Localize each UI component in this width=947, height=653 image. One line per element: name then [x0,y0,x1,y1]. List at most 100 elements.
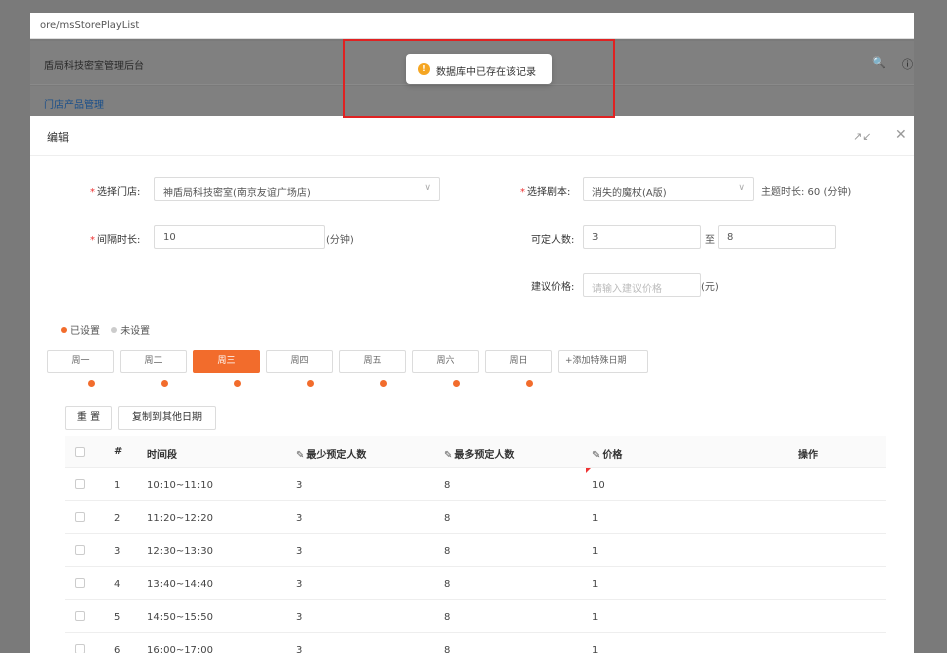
col-index: # [114,446,123,457]
store-label: * 选择门店: [90,187,141,198]
add-special-date-button[interactable]: +添加特殊日期 [558,350,648,373]
cell-min[interactable]: 3 [296,546,302,557]
cell-time: 16:00~17:00 [147,645,214,653]
script-select-value: 消失的魔杖(A版) [592,188,667,199]
table-row[interactable]: 6 16:00~17:00 3 8 1 [65,633,886,653]
price-placeholder: 请输入建议价格 [592,284,662,295]
cell-max[interactable]: 8 [444,645,450,653]
cell-max[interactable]: 8 [444,480,450,491]
app-title: 盾局科技密室管理后台 [44,61,144,72]
cell-min[interactable]: 3 [296,579,302,590]
tab-saturday[interactable]: 周六 [412,350,479,373]
cell-time: 14:50~15:50 [147,612,214,623]
edited-cell-marker [586,468,591,473]
chevron-down-icon: ∨ [738,183,745,193]
url-text: ore/msStorePlayList [40,20,140,31]
price-input[interactable]: 请输入建议价格 [583,273,701,297]
reset-button[interactable]: 重 置 [65,406,112,430]
cell-max[interactable]: 8 [444,513,450,524]
tab-sunday[interactable]: 周日 [485,350,552,373]
cell-time: 11:20~12:20 [147,513,214,524]
col-time: 时间段 [147,450,177,461]
tab-thursday[interactable]: 周四 [266,350,333,373]
toast-message: 数据库中已存在该记录 [436,67,536,78]
status-legend: 已设置 未设置 [61,322,150,337]
cell-index: 6 [114,645,121,653]
table-row[interactable]: 2 11:20~12:20 3 8 1 [65,501,886,534]
set-dot-icon [61,327,67,333]
row-checkbox[interactable] [75,611,85,621]
day-status-dot [453,380,460,387]
row-checkbox[interactable] [75,644,85,653]
table-row[interactable]: 3 12:30~13:30 3 8 1 [65,534,886,567]
cell-min[interactable]: 3 [296,645,302,653]
edit-modal: 编辑 ↗↙ ✕ * 选择门店: 神盾局科技密室(南京友谊广场店) ∨ * 选择剧本:… [30,116,914,653]
cell-price[interactable]: 10 [592,480,605,491]
col-price[interactable]: ✎ 价格 [592,446,622,461]
tab-monday[interactable]: 周一 [47,350,114,373]
cell-min[interactable]: 3 [296,612,302,623]
cell-min[interactable]: 3 [296,480,302,491]
capacity-max-input[interactable]: 8 [718,225,836,249]
cell-index: 5 [114,612,121,623]
modal-title: 编辑 [47,131,69,144]
cell-max[interactable]: 8 [444,579,450,590]
cell-price[interactable]: 1 [592,513,598,524]
capacity-label: 可定人数: [531,235,575,246]
cell-index: 1 [114,480,121,491]
cell-max[interactable]: 8 [444,546,450,557]
fullscreen-icon[interactable]: ↗↙ [853,130,871,143]
tab-wednesday[interactable]: 周三 [193,350,260,373]
cell-time: 12:30~13:30 [147,546,214,557]
cell-index: 2 [114,513,121,524]
cell-time: 10:10~11:10 [147,480,214,491]
help-icon[interactable]: ⓘ [902,56,914,71]
capacity-min-input[interactable]: 3 [583,225,701,249]
search-icon[interactable]: 🔍 [872,56,886,69]
store-select[interactable]: 神盾局科技密室(南京友谊广场店) ∨ [154,177,440,201]
day-status-dot [526,380,533,387]
tab-tuesday[interactable]: 周二 [120,350,187,373]
cell-price[interactable]: 1 [592,546,598,557]
cell-price[interactable]: 1 [592,612,598,623]
close-icon[interactable]: ✕ [895,127,907,143]
table-row[interactable]: 5 14:50~15:50 3 8 1 [65,600,886,633]
cell-min[interactable]: 3 [296,513,302,524]
capacity-max-value: 8 [727,232,734,243]
edit-icon: ✎ [444,450,453,461]
script-select[interactable]: 消失的魔杖(A版) ∨ [583,177,754,201]
table-row[interactable]: 1 10:10~11:10 3 8 10 [65,468,886,501]
copy-to-other-dates-button[interactable]: 复制到其他日期 [118,406,216,430]
col-min[interactable]: ✎ 最少预定人数 [296,446,366,461]
col-max[interactable]: ✎ 最多预定人数 [444,446,514,461]
cell-index: 3 [114,546,121,557]
row-checkbox[interactable] [75,545,85,555]
interval-input[interactable]: 10 [154,225,325,249]
price-label: 建议价格: [531,282,575,293]
interval-value: 10 [163,232,176,243]
row-checkbox[interactable] [75,512,85,522]
col-actions: 操作 [798,450,818,461]
breadcrumb-current[interactable]: 门店产品管理 [44,96,104,111]
row-checkbox[interactable] [75,578,85,588]
warning-toast: ! 数据库中已存在该记录 [406,54,552,84]
script-label: * 选择剧本: [520,187,571,198]
address-bar[interactable]: ore/msStorePlayList [30,13,914,39]
tab-friday[interactable]: 周五 [339,350,406,373]
store-select-value: 神盾局科技密室(南京友谊广场店) [163,188,311,199]
capacity-to: 至 [705,235,715,246]
price-unit: (元) [701,282,719,293]
interval-unit: (分钟) [326,235,354,246]
day-status-dot [88,380,95,387]
legend-unset: 未设置 [120,326,151,337]
select-all-checkbox[interactable] [75,447,85,457]
row-checkbox[interactable] [75,479,85,489]
day-status-dot [161,380,168,387]
cell-price[interactable]: 1 [592,645,598,653]
cell-time: 13:40~14:40 [147,579,214,590]
cell-price[interactable]: 1 [592,579,598,590]
cell-index: 4 [114,579,121,590]
table-row[interactable]: 4 13:40~14:40 3 8 1 [65,567,886,600]
cell-max[interactable]: 8 [444,612,450,623]
day-status-dot [234,380,241,387]
